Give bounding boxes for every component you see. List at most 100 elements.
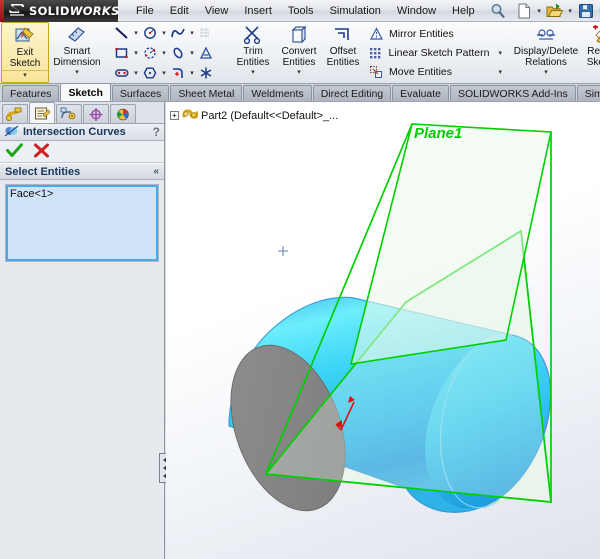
arc-caret-icon[interactable]: ▾: [160, 49, 168, 57]
display-delete-relations-button[interactable]: Display/Delete Relations ▾: [511, 22, 581, 83]
trim-entities-label-2: Entities: [237, 57, 270, 68]
solidworks-window: SOLIDWORKS File Edit View Insert Tools S…: [0, 0, 600, 559]
arc-tool[interactable]: ▾: [140, 43, 168, 63]
sketch-fillet-tool[interactable]: ▾: [168, 63, 196, 83]
menu-item-insert[interactable]: Insert: [236, 2, 280, 20]
slot-caret-icon[interactable]: ▾: [132, 69, 140, 77]
menu-item-view[interactable]: View: [197, 2, 237, 20]
display-delete-relations-icon: [533, 24, 559, 46]
convert-entities-dropdown-icon[interactable]: ▾: [297, 68, 301, 77]
move-entities-icon: [366, 63, 386, 81]
smart-dimension-label-2: Dimension: [53, 57, 100, 68]
chevron-up-icon[interactable]: «: [153, 166, 159, 177]
exit-sketch-dropdown-icon[interactable]: ▾: [23, 71, 27, 80]
mirror-entities-button[interactable]: Mirror Entities: [366, 24, 502, 43]
move-entities-caret-icon[interactable]: ▾: [492, 68, 502, 76]
spline-caret-icon[interactable]: ▾: [188, 29, 196, 37]
line-caret-icon[interactable]: ▾: [132, 29, 140, 37]
list-item[interactable]: Face<1>: [10, 188, 154, 201]
help-icon[interactable]: ?: [153, 125, 160, 139]
three-d-model-scene[interactable]: Plane1: [166, 102, 600, 559]
display-delete-relations-label-1: Display/Delete: [514, 46, 578, 57]
sketch-fillet-caret-icon[interactable]: ▾: [188, 69, 196, 77]
polygon-tool[interactable]: ▾: [140, 63, 168, 83]
smart-dimension-dropdown-icon[interactable]: ▾: [75, 68, 79, 77]
exit-sketch-icon: [14, 25, 36, 47]
trim-entities-dropdown-icon[interactable]: ▾: [251, 68, 255, 77]
move-entities-label: Move Entities: [389, 66, 452, 78]
open-document-icon[interactable]: [544, 1, 566, 21]
linear-sketch-pattern-caret-icon[interactable]: ▾: [492, 49, 502, 57]
manager-tab-strip: [0, 102, 164, 124]
part-icon: [182, 107, 198, 124]
repair-sketch-label-1: Repair: [587, 46, 600, 57]
trim-entities-label-1: Trim: [243, 46, 263, 57]
tab-sketch[interactable]: Sketch: [60, 83, 110, 101]
ellipse-caret-icon[interactable]: ▾: [188, 49, 196, 57]
ok-button[interactable]: [6, 143, 23, 161]
feature-tree-root-label[interactable]: Part2 (Default<<Default>_...: [201, 110, 338, 122]
display-manager-tab[interactable]: [110, 104, 136, 123]
open-document-caret-icon[interactable]: ▾: [566, 1, 575, 21]
line-tool[interactable]: ▾: [112, 23, 140, 43]
menu-item-simulation[interactable]: Simulation: [322, 2, 389, 20]
menu-item-file[interactable]: File: [128, 2, 162, 20]
ribbon-group-exit: Exit Sketch ▾ Smart Dimension ▾: [0, 22, 106, 83]
property-manager-tab[interactable]: [29, 102, 55, 123]
ribbon-toolbar: Exit Sketch ▾ Smart Dimension ▾: [0, 22, 600, 84]
tab-features[interactable]: Features: [2, 85, 59, 101]
rectangle-icon: [112, 44, 132, 62]
tab-weldments[interactable]: Weldments: [243, 85, 311, 101]
ribbon-group-pattern: Mirror Entities Linear Sketch Pattern ▾: [364, 22, 504, 83]
exit-sketch-button[interactable]: Exit Sketch ▾: [1, 22, 49, 83]
tab-solidworks-add-ins[interactable]: SOLIDWORKS Add-Ins: [450, 85, 576, 101]
polygon-caret-icon[interactable]: ▾: [160, 69, 168, 77]
trim-entities-button[interactable]: Trim Entities ▾: [231, 22, 275, 83]
menu-item-tools[interactable]: Tools: [280, 2, 322, 20]
repair-sketch-button[interactable]: Repair Sketch: [581, 22, 600, 83]
circle-caret-icon[interactable]: ▾: [160, 29, 168, 37]
sketch-entities-group: ▾ ▾ ▾: [112, 22, 224, 83]
tab-surfaces[interactable]: Surfaces: [112, 85, 169, 101]
offset-entities-button[interactable]: Offset Entities: [323, 22, 363, 83]
tab-direct-editing[interactable]: Direct Editing: [313, 85, 391, 101]
dimxpert-manager-tab[interactable]: [83, 104, 109, 123]
feature-manager-tab[interactable]: [2, 104, 28, 123]
new-document-caret-icon[interactable]: ▾: [535, 1, 544, 21]
menu-item-window[interactable]: Window: [389, 2, 444, 20]
tab-sheet-metal[interactable]: Sheet Metal: [170, 85, 242, 101]
convert-entities-button[interactable]: Convert Entities ▾: [275, 22, 323, 83]
flyout-feature-tree[interactable]: + Part2 (Default<<Default>_...: [170, 107, 338, 124]
search-icon[interactable]: [489, 2, 507, 20]
sketch-text-icon: [196, 44, 216, 62]
graphics-viewport[interactable]: + Part2 (Default<<Default>_...: [166, 102, 600, 559]
sketch-text-tool[interactable]: [196, 43, 224, 63]
origin-marker-icon: [278, 246, 288, 256]
linear-sketch-pattern-button[interactable]: Linear Sketch Pattern ▾: [366, 43, 502, 62]
smart-dimension-button[interactable]: Smart Dimension ▾: [49, 22, 105, 83]
selection-listbox[interactable]: Face<1>: [5, 184, 159, 262]
cancel-button[interactable]: [33, 143, 50, 161]
rectangle-tool[interactable]: ▾: [112, 43, 140, 63]
new-document-icon[interactable]: [513, 1, 535, 21]
circle-tool[interactable]: ▾: [140, 23, 168, 43]
display-delete-relations-dropdown-icon[interactable]: ▾: [544, 68, 548, 77]
ribbon-group-modify: Trim Entities ▾ Convert Entities ▾: [230, 22, 364, 83]
solidworks-logo: SOLIDWORKS: [0, 0, 118, 22]
menu-item-help[interactable]: Help: [444, 2, 483, 20]
select-entities-group-header[interactable]: Select Entities «: [0, 163, 164, 180]
save-icon[interactable]: [575, 1, 597, 21]
expand-tree-icon[interactable]: +: [170, 111, 179, 120]
spline-tool[interactable]: ▾: [168, 23, 196, 43]
ellipse-tool[interactable]: ▾: [168, 43, 196, 63]
move-entities-button[interactable]: Move Entities ▾: [366, 62, 502, 81]
convert-entities-icon: [288, 24, 310, 46]
three-d-sketch-tool[interactable]: [196, 23, 224, 43]
slot-tool[interactable]: ▾: [112, 63, 140, 83]
tab-simulation[interactable]: Simulation: [577, 85, 600, 101]
configuration-manager-tab[interactable]: [56, 104, 82, 123]
tab-evaluate[interactable]: Evaluate: [392, 85, 449, 101]
point-tool[interactable]: [196, 63, 224, 83]
menu-item-edit[interactable]: Edit: [162, 2, 197, 20]
rectangle-caret-icon[interactable]: ▾: [132, 49, 140, 57]
